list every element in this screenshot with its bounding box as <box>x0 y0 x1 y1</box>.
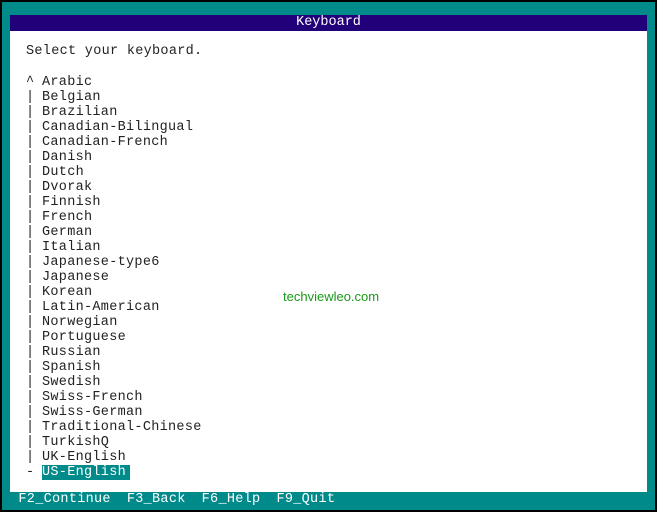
keyboard-option[interactable]: - US-English <box>26 465 202 480</box>
keyboard-option-label: Italian <box>42 240 101 255</box>
keyboard-option[interactable]: | Portuguese <box>26 330 202 345</box>
function-key-f2[interactable]: F2_Continue <box>18 492 110 507</box>
keyboard-option-label: Japanese-type6 <box>42 255 160 270</box>
scrollbar-track: | <box>26 360 35 375</box>
keyboard-option[interactable]: | Traditional-Chinese <box>26 420 202 435</box>
keyboard-option[interactable]: | TurkishQ <box>26 435 202 450</box>
keyboard-option[interactable]: | Dvorak <box>26 180 202 195</box>
dialog-title: Keyboard <box>10 15 647 31</box>
scrollbar-track: | <box>26 270 35 285</box>
keyboard-option[interactable]: | Swiss-French <box>26 390 202 405</box>
scrollbar-track: | <box>26 150 35 165</box>
keyboard-option-label: Arabic <box>42 75 93 90</box>
keyboard-option-label: Traditional-Chinese <box>42 420 202 435</box>
keyboard-option[interactable]: | Dutch <box>26 165 202 180</box>
keyboard-option-label: Canadian-Bilingual <box>42 120 194 135</box>
keyboard-option-label: Danish <box>42 150 93 165</box>
scroll-indicator: ^ <box>26 75 35 90</box>
prompt-text: Select your keyboard. <box>26 44 203 59</box>
scrollbar-track: | <box>26 405 35 420</box>
keyboard-option-label: UK-English <box>42 450 127 465</box>
keyboard-option-label: TurkishQ <box>42 435 110 450</box>
keyboard-option-label: Portuguese <box>42 330 127 345</box>
keyboard-option[interactable]: | Belgian <box>26 90 202 105</box>
scrollbar-track: | <box>26 135 35 150</box>
keyboard-option[interactable]: | Brazilian <box>26 105 202 120</box>
keyboard-option[interactable]: | Russian <box>26 345 202 360</box>
scrollbar-track: | <box>26 390 35 405</box>
scrollbar-track: | <box>26 240 35 255</box>
scrollbar-track: | <box>26 345 35 360</box>
keyboard-option-label: Swiss-German <box>42 405 143 420</box>
scrollbar-track: | <box>26 300 35 315</box>
keyboard-option[interactable]: | Latin-American <box>26 300 202 315</box>
keyboard-option[interactable]: | Spanish <box>26 360 202 375</box>
watermark: techviewleo.com <box>283 289 380 304</box>
keyboard-option-label: Japanese <box>42 270 110 285</box>
scrollbar-track: | <box>26 105 35 120</box>
keyboard-option[interactable]: | Canadian-French <box>26 135 202 150</box>
keyboard-option-label: Dutch <box>42 165 85 180</box>
keyboard-option-label: German <box>42 225 93 240</box>
keyboard-option[interactable]: | Swedish <box>26 375 202 390</box>
keyboard-option-label: US-English <box>42 465 131 480</box>
scroll-indicator: - <box>26 465 35 480</box>
function-key-f3[interactable]: F3_Back <box>127 492 186 507</box>
keyboard-option[interactable]: | French <box>26 210 202 225</box>
keyboard-option[interactable]: | Japanese <box>26 270 202 285</box>
scrollbar-track: | <box>26 285 35 300</box>
function-key-f6[interactable]: F6_Help <box>202 492 261 507</box>
scrollbar-track: | <box>26 315 35 330</box>
scrollbar-track: | <box>26 330 35 345</box>
keyboard-option-label: Finnish <box>42 195 101 210</box>
scrollbar-track: | <box>26 165 35 180</box>
keyboard-option[interactable]: ^ Arabic <box>26 75 202 90</box>
scrollbar-track: | <box>26 180 35 195</box>
scrollbar-track: | <box>26 90 35 105</box>
keyboard-option[interactable]: | Danish <box>26 150 202 165</box>
scrollbar-track: | <box>26 210 35 225</box>
scrollbar-track: | <box>26 195 35 210</box>
keyboard-option-label: Russian <box>42 345 101 360</box>
function-key-f9[interactable]: F9_Quit <box>276 492 335 507</box>
scrollbar-track: | <box>26 450 35 465</box>
scrollbar-track: | <box>26 435 35 450</box>
dialog-panel: Select your keyboard. ^ Arabic | Belgian | Br… <box>10 31 647 492</box>
keyboard-option-label: Swiss-French <box>42 390 143 405</box>
scrollbar-track: | <box>26 120 35 135</box>
function-key-bar: F2_Continue F3_Back F6_Help F9_Quit <box>10 492 655 508</box>
keyboard-option-label: Spanish <box>42 360 101 375</box>
keyboard-option[interactable]: | German <box>26 225 202 240</box>
keyboard-option[interactable]: | Finnish <box>26 195 202 210</box>
keyboard-option[interactable]: | Canadian-Bilingual <box>26 120 202 135</box>
scrollbar-track: | <box>26 255 35 270</box>
keyboard-option-label: Belgian <box>42 90 101 105</box>
keyboard-option[interactable]: | UK-English <box>26 450 202 465</box>
keyboard-option-label: Canadian-French <box>42 135 169 150</box>
keyboard-option[interactable]: | Swiss-German <box>26 405 202 420</box>
keyboard-option-label: Norwegian <box>42 315 118 330</box>
keyboard-option-label: French <box>42 210 93 225</box>
scrollbar-track: | <box>26 225 35 240</box>
terminal-screen: Keyboard Select your keyboard. ^ Arabic | B… <box>2 2 655 510</box>
keyboard-option-label: Swedish <box>42 375 101 390</box>
keyboard-option[interactable]: | Japanese-type6 <box>26 255 202 270</box>
keyboard-option[interactable]: | Norwegian <box>26 315 202 330</box>
keyboard-option[interactable]: | Italian <box>26 240 202 255</box>
keyboard-list[interactable]: ^ Arabic | Belgian | Brazilian | Canadian-Bilin… <box>26 75 202 480</box>
keyboard-option-label: Korean <box>42 285 93 300</box>
scrollbar-track: | <box>26 375 35 390</box>
keyboard-option-label: Brazilian <box>42 105 118 120</box>
keyboard-option[interactable]: | Korean <box>26 285 202 300</box>
keyboard-option-label: Dvorak <box>42 180 93 195</box>
scrollbar-track: | <box>26 420 35 435</box>
keyboard-option-label: Latin-American <box>42 300 160 315</box>
